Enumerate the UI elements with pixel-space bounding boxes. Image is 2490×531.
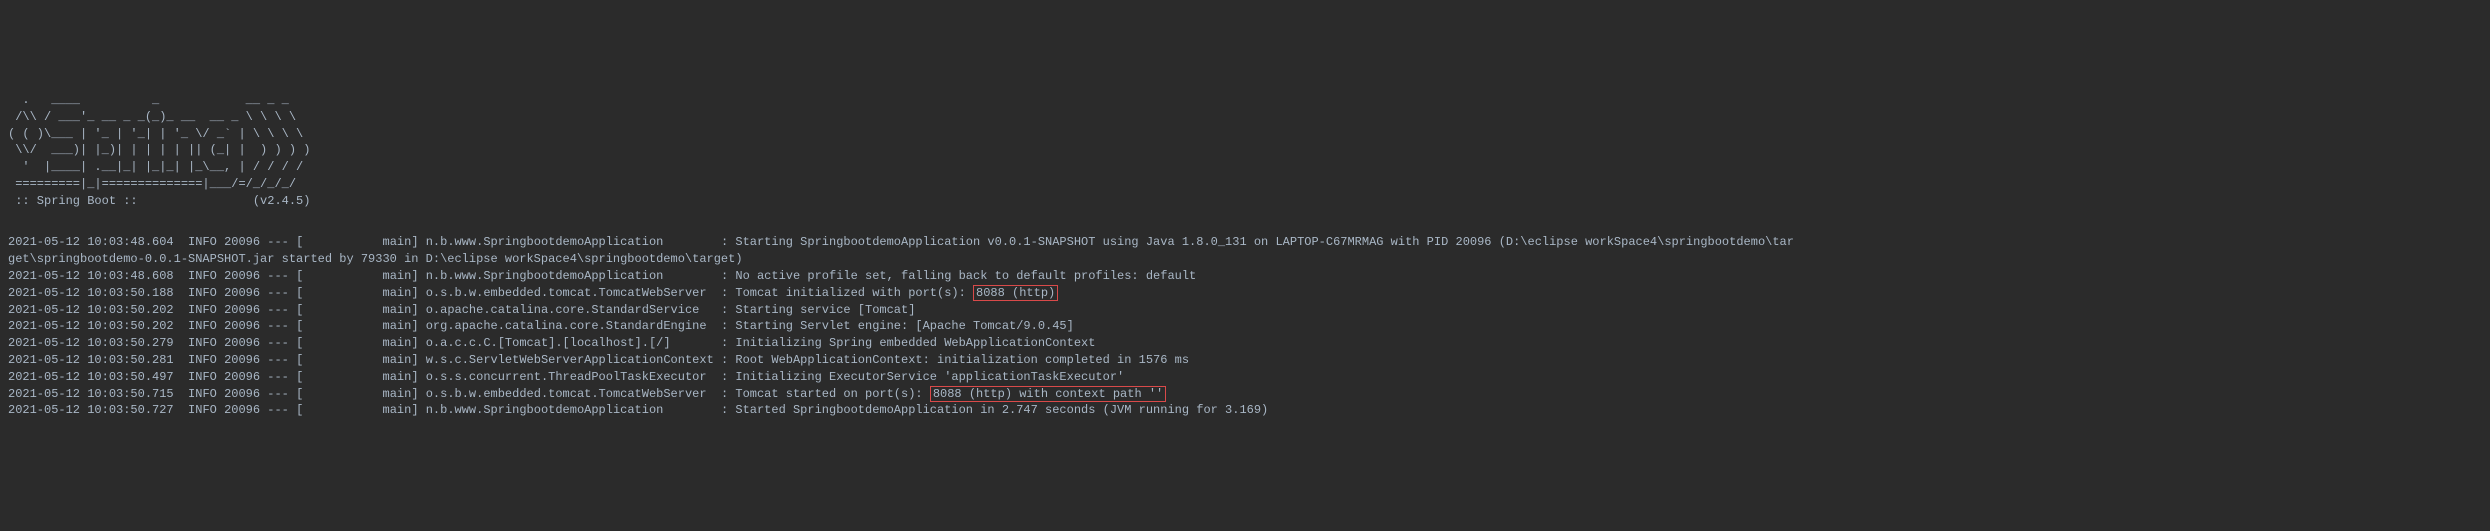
log-timestamp: 2021-05-12 10:03:50.497 [8,370,174,384]
log-entry: 2021-05-12 10:03:50.202 INFO 20096 --- [… [8,318,2482,335]
log-sep: --- [267,235,289,249]
log-message: : Started SpringbootdemoApplication in 2… [721,403,1268,417]
log-message: : Initializing Spring embedded WebApplic… [721,336,1095,350]
log-pid: 20096 [224,235,260,249]
log-thread: [ main] [296,269,418,283]
log-logger: org.apache.catalina.core.StandardEngine [426,319,714,333]
log-pid: 20096 [224,269,260,283]
log-timestamp: 2021-05-12 10:03:50.715 [8,387,174,401]
log-message-prefix: : Tomcat initialized with port(s): [721,286,973,300]
log-thread: [ main] [296,303,418,317]
log-message: : Starting Servlet engine: [Apache Tomca… [721,319,1074,333]
log-logger: o.s.b.w.embedded.tomcat.TomcatWebServer [426,286,714,300]
log-thread: [ main] [296,403,418,417]
log-continuation: get\springbootdemo-0.0.1-SNAPSHOT.jar st… [8,251,2482,268]
log-timestamp: 2021-05-12 10:03:48.604 [8,235,174,249]
log-logger: o.s.b.w.embedded.tomcat.TomcatWebServer [426,387,714,401]
log-pid: 20096 [224,286,260,300]
log-pid: 20096 [224,370,260,384]
log-entry: 2021-05-12 10:03:48.608 INFO 20096 --- [… [8,268,2482,285]
log-logger: n.b.www.SpringbootdemoApplication [426,235,714,249]
log-sep: --- [267,387,289,401]
log-thread: [ main] [296,353,418,367]
log-timestamp: 2021-05-12 10:03:48.608 [8,269,174,283]
log-message: : Starting service [Tomcat] [721,303,915,317]
log-pid: 20096 [224,353,260,367]
log-timestamp: 2021-05-12 10:03:50.202 [8,303,174,317]
log-level: INFO [188,370,217,384]
log-message: : Starting SpringbootdemoApplication v0.… [721,235,1794,249]
log-level: INFO [188,387,217,401]
highlighted-port-context: 8088 (http) with context path '' [930,386,1166,402]
log-entry: 2021-05-12 10:03:48.604 INFO 20096 --- [… [8,234,2482,251]
log-thread: [ main] [296,319,418,333]
log-message-prefix: : Tomcat started on port(s): [721,387,930,401]
log-pid: 20096 [224,387,260,401]
log-entry: 2021-05-12 10:03:50.727 INFO 20096 --- [… [8,402,2482,419]
log-level: INFO [188,319,217,333]
log-thread: [ main] [296,387,418,401]
banner-line: \\/ ___)| |_)| | | | | || (_| | ) ) ) ) [8,143,310,157]
log-message: : Initializing ExecutorService 'applicat… [721,370,1124,384]
log-sep: --- [267,370,289,384]
banner-line: ( ( )\___ | '_ | '_| | '_ \/ _` | \ \ \ … [8,127,303,141]
log-logger: w.s.c.ServletWebServerApplicationContext [426,353,714,367]
log-pid: 20096 [224,336,260,350]
banner-version-line: :: Spring Boot :: (v2.4.5) [8,194,310,208]
banner-line: . ____ _ __ _ _ [8,93,289,107]
banner-line: ' |____| .__|_| |_|_| |_\__, | / / / / [8,160,303,174]
log-pid: 20096 [224,403,260,417]
log-level: INFO [188,336,217,350]
log-pid: 20096 [224,303,260,317]
console-log-output[interactable]: 2021-05-12 10:03:48.604 INFO 20096 --- [… [8,234,2482,419]
log-level: INFO [188,286,217,300]
log-thread: [ main] [296,336,418,350]
log-pid: 20096 [224,319,260,333]
log-sep: --- [267,286,289,300]
log-sep: --- [267,303,289,317]
log-logger: o.apache.catalina.core.StandardService [426,303,714,317]
log-entry: 2021-05-12 10:03:50.188 INFO 20096 --- [… [8,285,2482,302]
log-message: : Root WebApplicationContext: initializa… [721,353,1189,367]
log-entry: 2021-05-12 10:03:50.279 INFO 20096 --- [… [8,335,2482,352]
log-timestamp: 2021-05-12 10:03:50.279 [8,336,174,350]
log-sep: --- [267,319,289,333]
log-sep: --- [267,353,289,367]
log-sep: --- [267,336,289,350]
log-level: INFO [188,353,217,367]
spring-boot-banner: . ____ _ __ _ _ /\\ / ___'_ __ _ _(_)_ _… [8,75,2482,209]
log-message: : No active profile set, falling back to… [721,269,1196,283]
log-timestamp: 2021-05-12 10:03:50.281 [8,353,174,367]
banner-line: /\\ / ___'_ __ _ _(_)_ __ __ _ \ \ \ \ [8,110,296,124]
log-level: INFO [188,403,217,417]
log-sep: --- [267,403,289,417]
banner-line: =========|_|==============|___/=/_/_/_/ [8,177,296,191]
log-timestamp: 2021-05-12 10:03:50.727 [8,403,174,417]
log-logger: o.s.s.concurrent.ThreadPoolTaskExecutor [426,370,714,384]
log-level: INFO [188,235,217,249]
log-entry: 2021-05-12 10:03:50.281 INFO 20096 --- [… [8,352,2482,369]
highlighted-port: 8088 (http) [973,285,1058,301]
log-logger: n.b.www.SpringbootdemoApplication [426,403,714,417]
log-timestamp: 2021-05-12 10:03:50.188 [8,286,174,300]
log-entry: 2021-05-12 10:03:50.202 INFO 20096 --- [… [8,302,2482,319]
log-entry: 2021-05-12 10:03:50.715 INFO 20096 --- [… [8,386,2482,403]
log-sep: --- [267,269,289,283]
log-timestamp: 2021-05-12 10:03:50.202 [8,319,174,333]
log-logger: n.b.www.SpringbootdemoApplication [426,269,714,283]
log-entry: 2021-05-12 10:03:50.497 INFO 20096 --- [… [8,369,2482,386]
log-level: INFO [188,269,217,283]
log-thread: [ main] [296,286,418,300]
log-level: INFO [188,303,217,317]
log-logger: o.a.c.c.C.[Tomcat].[localhost].[/] [426,336,714,350]
log-thread: [ main] [296,370,418,384]
log-thread: [ main] [296,235,418,249]
